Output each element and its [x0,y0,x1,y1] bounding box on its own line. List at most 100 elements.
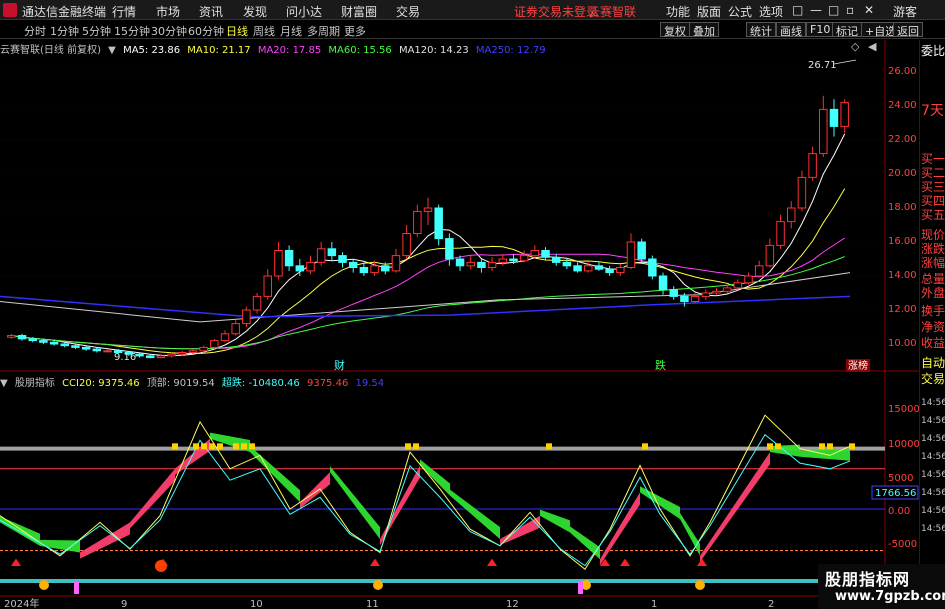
candle-body [327,248,337,257]
candle-body [252,295,262,311]
osc-band [130,468,175,529]
x-tick-label: 9 [121,599,127,609]
candle-body [71,345,80,348]
x-tick-label: 2 [768,599,774,609]
candle-body [445,238,454,260]
money-bag-icon [39,580,49,590]
top-signal [209,443,215,450]
candle-body [722,287,732,292]
candle-body [754,265,764,277]
buy-signal [487,558,497,566]
y-tick-label: 12.00 [888,304,917,315]
osc-band [80,522,130,559]
ind-y-tick-label: 10000 [888,439,919,450]
top-signal [819,443,825,450]
candle-body [338,255,347,263]
candle-body [423,207,433,212]
osc-band [600,492,640,566]
watermark-title: 股朋指标网 [825,570,911,589]
osc-band [250,446,300,503]
panel-item: 涨幅 [921,256,945,270]
candle-body [455,258,465,267]
candle-body [573,265,582,272]
x-tick-label: 12 [506,599,519,609]
buy-signal [11,558,21,566]
top-signal [827,443,833,450]
ma250-line [0,295,851,318]
panel-item-auto[interactable]: 自动 [921,356,945,370]
candle-body [776,221,785,246]
x-tick-label: 2024年 [4,597,39,609]
candle-body [551,256,561,263]
current-indicator-value: 1766.56 [875,488,916,499]
panel-item: 净资 [921,320,945,334]
trade-time: 14:56 [921,452,945,462]
top-signal [201,443,207,450]
candle-body [744,275,753,284]
ma-line [11,256,845,350]
ind-y-tick-label: 5000 [888,473,913,484]
y-tick-label: 10.00 [888,338,917,349]
panel-item-trade[interactable]: 交易 [921,372,945,386]
event-marker-rank[interactable]: 涨榜 [848,359,868,372]
candle-body [701,292,711,297]
candle-body [263,275,272,297]
candle-body [765,244,775,267]
candle-body [103,350,112,353]
collapse-panel-icon[interactable]: ◀ [868,40,877,53]
candle-body [466,261,475,267]
diamond-icon[interactable]: ◇ [851,40,860,53]
candle-body [306,261,315,272]
panel-item: 外盘 [921,286,945,300]
osc-band [300,472,330,509]
candle-body [787,207,796,223]
candle-body [348,261,358,268]
candle-body [188,350,198,353]
watermark-url: www.7gpzb.com [835,589,945,604]
osc-band [330,466,380,540]
top-signal [546,443,552,450]
candle-body [819,108,828,155]
trade-time: 14:56 [921,524,945,534]
stock-chart[interactable]: 26.00 24.00 22.00 20.00 18.00 16.00 14.0… [0,0,919,609]
candle-body [519,255,529,262]
top-signal [172,443,178,450]
high-price-label: 26.71 [808,60,837,71]
candle-body [178,352,187,355]
candle-body [487,261,497,268]
candle-body [316,248,326,263]
top-signal [849,443,855,450]
candle-body [199,346,208,352]
panel-item: 买五 [921,208,945,222]
panel-item: 换手 [921,304,945,318]
panel-item[interactable]: 7天 [921,104,944,118]
candle-body [797,176,807,209]
osc-band [420,459,450,496]
candle-body [210,340,219,348]
trade-time: 14:56 [921,398,945,408]
panel-item: 涨跌 [921,242,945,256]
event-marker-drop[interactable]: 跌 [655,358,666,372]
money-bag-icon [695,580,705,590]
panel-item[interactable]: 委比 [921,44,945,58]
indicator-panel [0,414,885,594]
candle-body [17,335,27,340]
buy-signal [620,558,630,566]
panel-item: 买四 [921,194,945,208]
candle-body [594,265,604,270]
panel-item: 收益 [921,336,945,350]
event-marker-finance[interactable]: 财 [334,358,345,372]
panel-item: 买二 [921,166,945,180]
candle-body [145,355,155,359]
candle-body [648,258,657,277]
bottom-bar [74,582,79,594]
y-tick-label: 14.00 [888,270,917,281]
candle-body [840,102,849,127]
cci-aux-line [0,433,851,567]
low-price-label: 9.16 [114,352,136,363]
candle-body [49,341,59,345]
panel-item: 现价 [921,228,945,242]
candle-body [60,343,69,347]
bottom-bar [578,582,583,594]
y-tick-label: 22.00 [888,134,917,145]
